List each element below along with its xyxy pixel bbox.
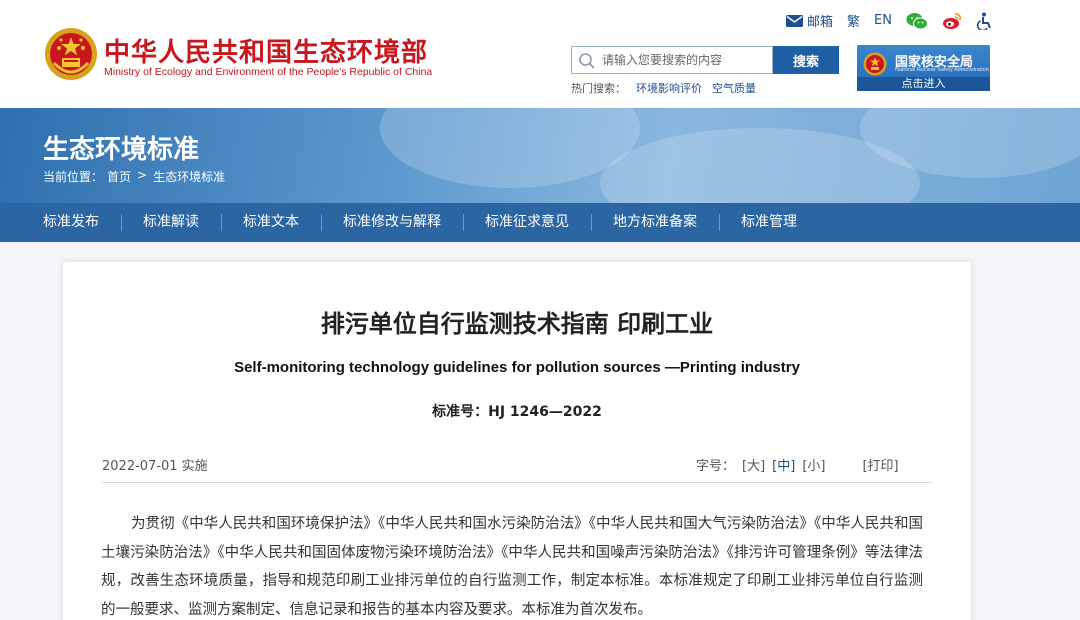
article-english-title: Self-monitoring technology guidelines fo… (234, 359, 800, 376)
article-divider (102, 482, 932, 483)
mail-link[interactable]: 邮箱 (786, 11, 833, 30)
breadcrumb-label: 当前位置： (43, 170, 104, 184)
hot-searches: 热门搜索： 环境影响评价 空气质量 (571, 80, 756, 96)
nnsa-link-banner[interactable]: 国家核安全局 National Nuclear Safety Administr… (857, 45, 990, 91)
hot-search-item[interactable]: 空气质量 (712, 80, 756, 96)
top-links: 邮箱 繁 EN (786, 11, 992, 30)
effective-date: 2022-07-01 实施 (102, 459, 208, 474)
hot-search-item[interactable]: 环境影响评价 (636, 80, 702, 96)
hot-search-label: 热门搜索： (571, 82, 626, 95)
accessibility-icon (976, 12, 991, 30)
nav-item-standard-text[interactable]: 标准文本 (221, 203, 321, 242)
english-link[interactable]: EN (874, 13, 892, 28)
breadcrumb-separator: > (137, 168, 148, 182)
nnsa-enter-label: 点击进入 (857, 77, 990, 91)
nav-item-standard-consultation[interactable]: 标准征求意见 (463, 203, 591, 242)
font-size-label: 字号： (696, 459, 736, 474)
wechat-link[interactable] (906, 12, 928, 30)
font-size-large-button[interactable]: [大] (742, 455, 765, 474)
site-title[interactable]: 中华人民共和国生态环境部 (104, 32, 428, 69)
breadcrumb-current[interactable]: 生态环境标准 (153, 168, 225, 185)
section-title: 生态环境标准 (43, 135, 200, 165)
search-icon (579, 53, 595, 69)
search-input[interactable] (602, 50, 770, 70)
national-emblem-icon (45, 28, 97, 80)
accessibility-link[interactable] (976, 12, 992, 30)
main-nav: 标准发布 标准解读 标准文本 标准修改与解释 标准征求意见 地方标准备案 标准管… (0, 203, 1080, 242)
weibo-icon (943, 12, 962, 29)
weibo-link[interactable] (942, 12, 962, 30)
breadcrumb-home-link[interactable]: 首页 (107, 168, 131, 185)
site-subtitle: Ministry of Ecology and Environment of t… (104, 66, 433, 78)
nav-item-standard-revision[interactable]: 标准修改与解释 (321, 203, 463, 242)
font-size-small-button[interactable]: [小] (802, 455, 825, 474)
nav-item-standard-management[interactable]: 标准管理 (719, 203, 819, 242)
search-button[interactable]: 搜索 (773, 46, 839, 74)
nav-item-standard-interpretation[interactable]: 标准解读 (121, 203, 221, 242)
nav-item-standard-release[interactable]: 标准发布 (21, 203, 121, 242)
mail-icon (786, 14, 804, 27)
nav-item-local-standard-filing[interactable]: 地方标准备案 (591, 203, 719, 242)
standard-number: 标准号：HJ 1246—2022 (432, 404, 602, 420)
breadcrumb: 当前位置： 首页 > 生态环境标准 (43, 168, 225, 185)
search-box (571, 46, 773, 74)
traditional-chinese-link[interactable]: 繁 (847, 11, 860, 30)
site-header: 中华人民共和国生态环境部 Ministry of Ecology and Env… (0, 0, 1080, 108)
nnsa-english-name: National Nuclear Safety Administration (895, 67, 989, 73)
font-size-medium-button[interactable]: [中] (772, 455, 795, 474)
wechat-icon (906, 12, 928, 29)
print-button[interactable]: [打印] (862, 455, 898, 474)
article-tools: 字号： [大] [中] [小] [打印] (696, 455, 899, 474)
article-title: 排污单位自行监测技术指南 印刷工业 (320, 310, 714, 338)
nnsa-badge-icon (863, 52, 887, 76)
article-body-paragraph: 为贯彻《中华人民共和国环境保护法》《中华人民共和国水污染防治法》《中华人民共和国… (101, 516, 923, 618)
section-banner: 生态环境标准 当前位置： 首页 > 生态环境标准 (0, 108, 1080, 203)
mail-label: 邮箱 (807, 15, 834, 30)
